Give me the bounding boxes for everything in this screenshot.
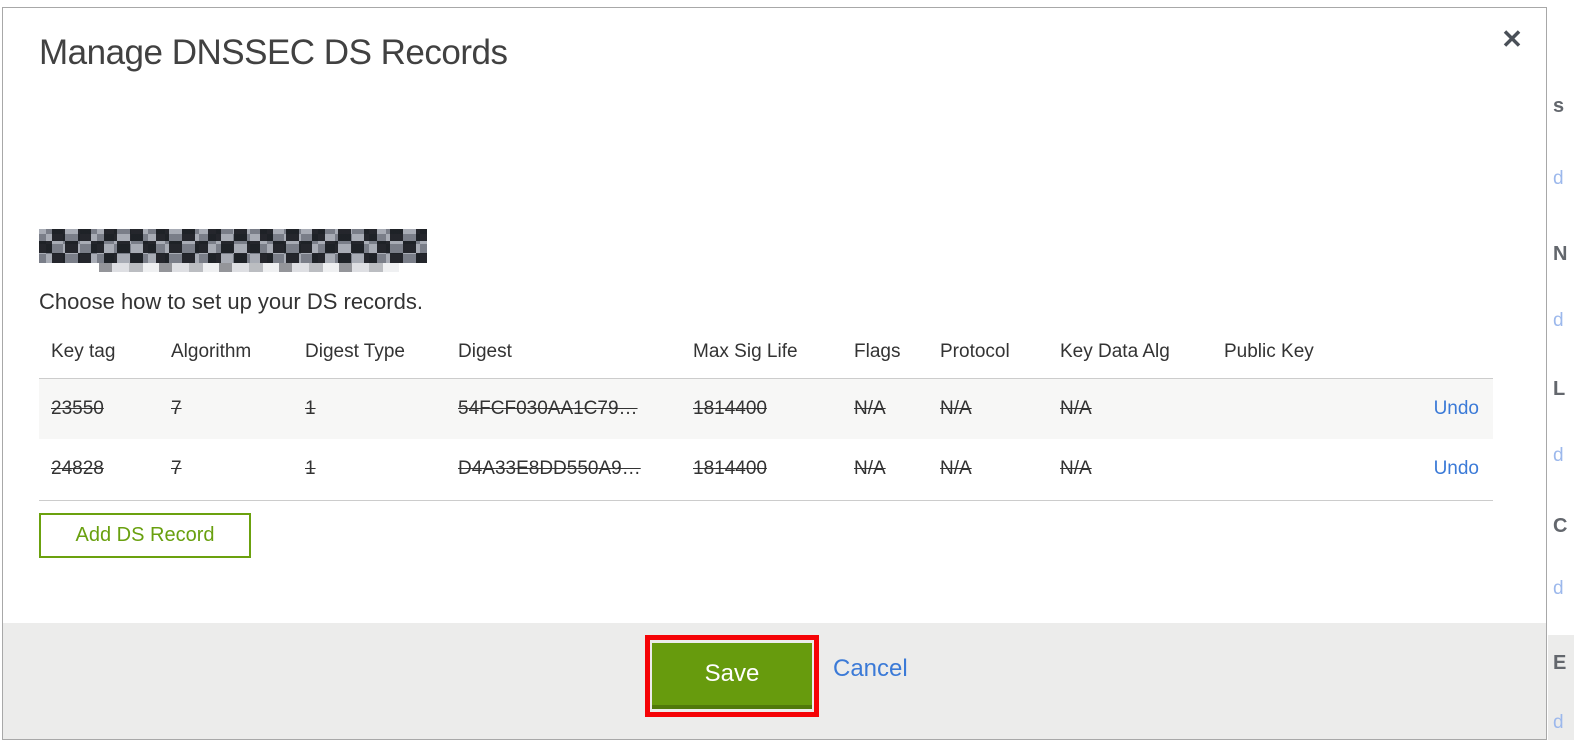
cell-public-key — [1212, 439, 1352, 501]
redacted-domain-name-tail — [99, 263, 399, 272]
background-text-fragment: E — [1553, 652, 1567, 674]
cell-algorithm: 7 — [159, 378, 293, 439]
background-text-fragment: d — [1553, 578, 1564, 599]
background-text-fragment: L — [1553, 378, 1566, 400]
column-header: Digest — [446, 326, 681, 379]
background-text-fragment: d — [1553, 712, 1564, 733]
table-header-row: Key tag Algorithm Digest Type Digest Max Sig… — [39, 326, 1493, 379]
cell-key-tag: 24828 — [39, 439, 159, 501]
cell-key-tag: 23550 — [39, 378, 159, 439]
undo-link[interactable]: Undo — [1434, 458, 1479, 479]
ds-table-body: 23550 7 1 54FCF030AA1C79… 1814400 N/A N/… — [39, 378, 1493, 501]
column-header — [1352, 326, 1493, 379]
cell-action: Undo — [1352, 378, 1493, 439]
redacted-domain-name — [39, 229, 427, 263]
cell-action: Undo — [1352, 439, 1493, 501]
cell-flags: N/A — [842, 439, 928, 501]
cell-digest: D4A33E8DD550A9… — [446, 439, 681, 501]
cell-protocol: N/A — [928, 439, 1048, 501]
dialog-footer: Save Cancel — [3, 623, 1546, 739]
column-header: Protocol — [928, 326, 1048, 379]
cell-protocol: N/A — [928, 378, 1048, 439]
cell-algorithm: 7 — [159, 439, 293, 501]
manage-dnssec-ds-records-dialog: Manage DNSSEC DS Records ✕ Choose how to… — [2, 7, 1547, 740]
column-header: Key tag — [39, 326, 159, 379]
cancel-link[interactable]: Cancel — [833, 655, 908, 683]
ds-records-table: Key tag Algorithm Digest Type Digest Max Sig… — [39, 326, 1493, 501]
column-header: Key Data Alg — [1048, 326, 1212, 379]
cell-key-data-alg: N/A — [1048, 439, 1212, 501]
close-icon[interactable]: ✕ — [1495, 22, 1529, 56]
cell-digest: 54FCF030AA1C79… — [446, 378, 681, 439]
background-text-fragment: s — [1553, 95, 1565, 117]
background-page-strip: s d Nd Ld Cd Ed — [1548, 0, 1574, 746]
background-text-fragment: C — [1553, 515, 1568, 537]
cell-max-sig-life: 1814400 — [681, 439, 842, 501]
column-header: Public Key — [1212, 326, 1352, 379]
column-header: Flags — [842, 326, 928, 379]
save-button[interactable]: Save — [652, 643, 812, 709]
background-text-fragment: d — [1553, 168, 1564, 189]
column-header: Max Sig Life — [681, 326, 842, 379]
cell-key-data-alg: N/A — [1048, 378, 1212, 439]
column-header: Algorithm — [159, 326, 293, 379]
cell-public-key — [1212, 378, 1352, 439]
column-header: Digest Type — [293, 326, 446, 379]
background-text-fragment: d — [1553, 310, 1564, 331]
background-text-fragment: N — [1553, 243, 1568, 265]
setup-instructions-text: Choose how to set up your DS records. — [39, 289, 423, 314]
table-row: 23550 7 1 54FCF030AA1C79… 1814400 N/A N/… — [39, 378, 1493, 439]
cell-digest-type: 1 — [293, 439, 446, 501]
cell-digest-type: 1 — [293, 378, 446, 439]
undo-link[interactable]: Undo — [1434, 398, 1479, 419]
background-text-fragment: d — [1553, 445, 1564, 466]
red-highlight-annotation: Save — [645, 635, 819, 717]
dialog-title: Manage DNSSEC DS Records — [39, 33, 508, 72]
table-row: 24828 7 1 D4A33E8DD550A9… 1814400 N/A N/… — [39, 439, 1493, 501]
add-ds-record-button[interactable]: Add DS Record — [39, 513, 251, 558]
cell-max-sig-life: 1814400 — [681, 378, 842, 439]
cell-flags: N/A — [842, 378, 928, 439]
